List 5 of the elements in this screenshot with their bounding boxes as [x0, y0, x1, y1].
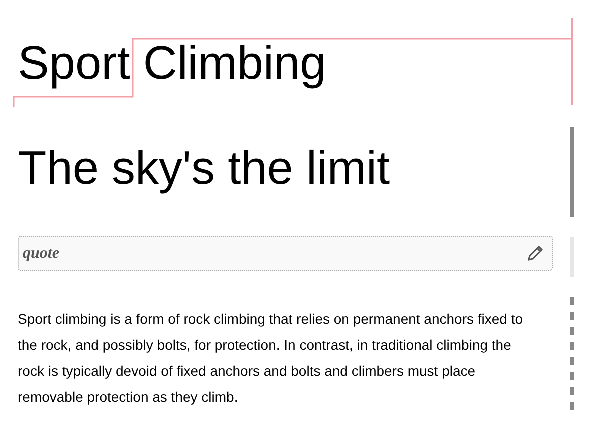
section-heading: The sky's the limit — [18, 140, 392, 196]
quote-field[interactable]: quote — [18, 236, 553, 271]
body-paragraph: Sport climbing is a form of rock climbing that relies on permanent anchors fixed to the rock, and possibly bolts, for protection. In contrast, in traditional climbing the rock is typically devoid of fixed anchors and bolts and climbers must place removable protection as they climb. — [18, 310, 524, 407]
page-title: Sport Climbing — [18, 35, 326, 91]
pencil-icon[interactable] — [527, 244, 545, 262]
